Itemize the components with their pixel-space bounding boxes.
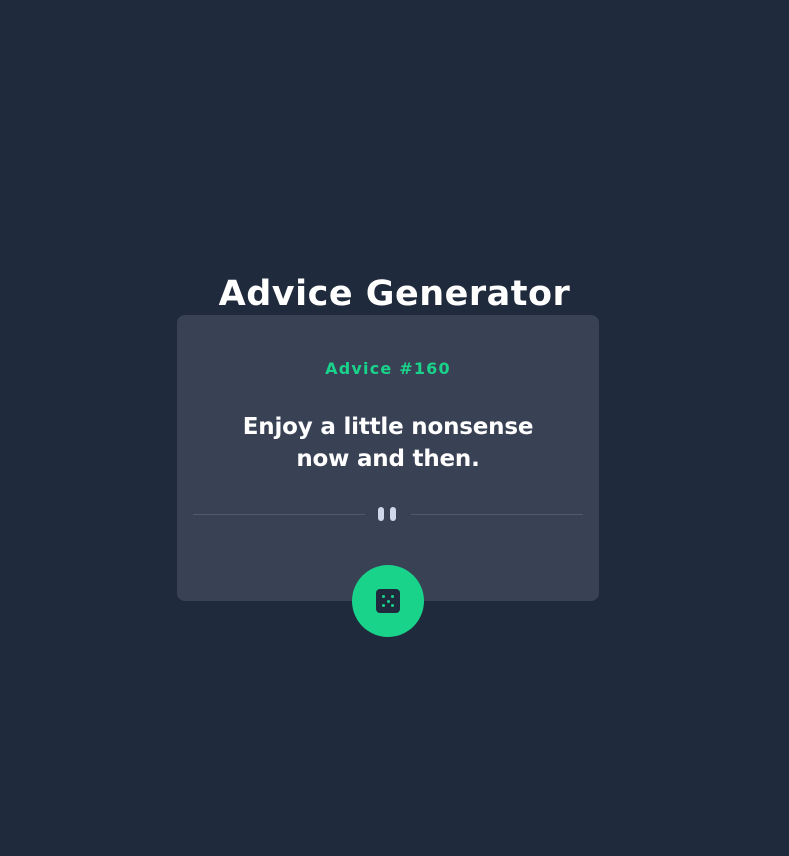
pause-bar-left <box>378 507 384 521</box>
pause-bar-right <box>390 507 396 521</box>
divider-left <box>193 514 365 515</box>
dice-icon <box>376 589 400 613</box>
dice-pip <box>382 604 385 607</box>
advice-card: Advice #160 Enjoy a little nonsense now … <box>177 315 599 601</box>
dice-pip <box>391 595 394 598</box>
divider-right <box>411 514 583 515</box>
advice-number: Advice #160 <box>325 359 451 378</box>
page-title: Advice Generator <box>218 274 571 315</box>
pause-icon <box>378 507 398 521</box>
dice-pip <box>391 604 394 607</box>
generate-advice-button[interactable] <box>352 565 424 637</box>
dice-pip <box>382 595 385 598</box>
advice-quote: Enjoy a little nonsense now and then. <box>242 414 534 472</box>
dice-pip <box>386 599 390 603</box>
